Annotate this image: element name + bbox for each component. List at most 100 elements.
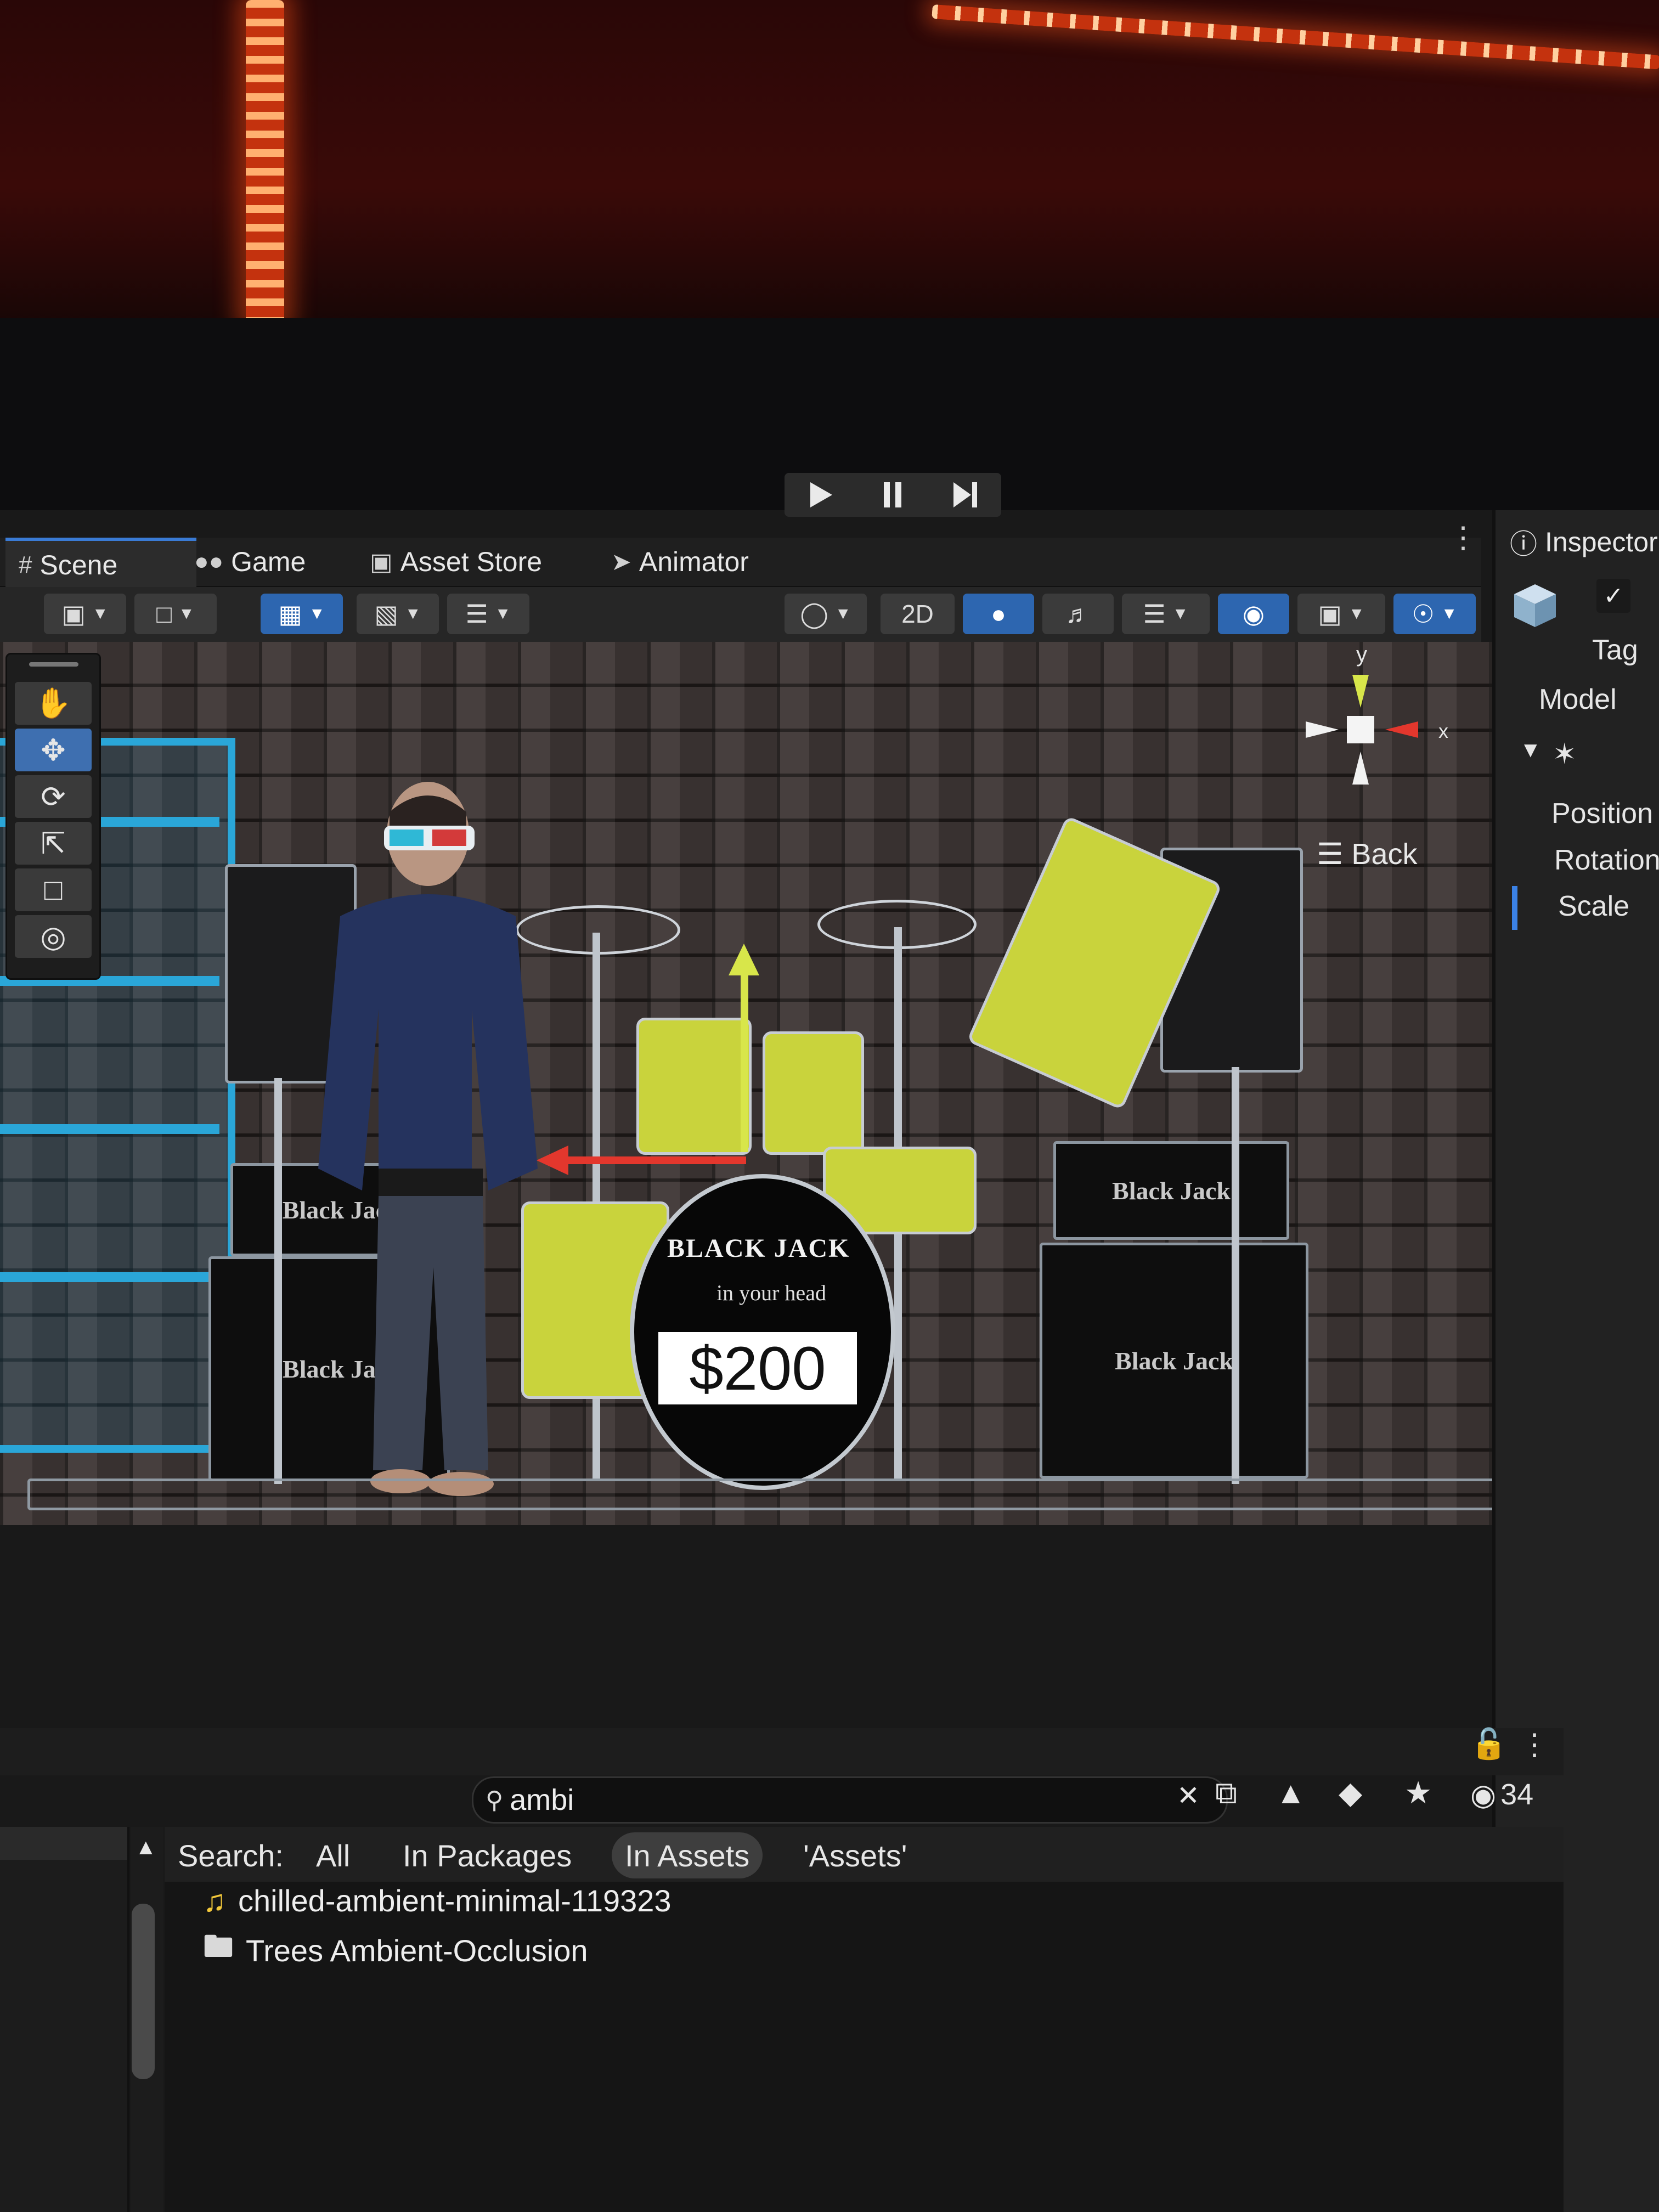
- audio-mute-icon: ♬: [1065, 600, 1091, 628]
- transform-tools-palette: ✋ ✥ ⟳ ⇱ □ ◎: [5, 653, 101, 980]
- filter-by-type-icon[interactable]: ▲: [1276, 1775, 1306, 1810]
- pivot-icon: ▣: [61, 600, 86, 628]
- search-by-type-icon[interactable]: ⧉: [1215, 1775, 1237, 1812]
- hidden-packages-toggle[interactable]: ◉ 34: [1470, 1778, 1533, 1812]
- palette-handle[interactable]: [29, 662, 78, 667]
- price-tag[interactable]: $200: [658, 1332, 857, 1404]
- list-item[interactable]: ♫ chilled-ambient-minimal-119323: [203, 1883, 672, 1918]
- scope-in-assets[interactable]: In Assets: [612, 1832, 763, 1878]
- project-menu-kebab-icon[interactable]: ⋮: [1520, 1727, 1549, 1762]
- chevron-down-icon: ▼: [1348, 605, 1365, 623]
- foldout-arrow-icon[interactable]: ▼: [1520, 738, 1542, 763]
- stage-floor[interactable]: [27, 1479, 1503, 1510]
- list-item-label: Trees Ambient-Occlusion: [246, 1933, 588, 1968]
- tab-scene[interactable]: # Scene: [5, 538, 196, 589]
- chevron-down-icon: ▼: [1441, 605, 1458, 623]
- grid-snapping-toggle[interactable]: ▦ ▼: [261, 594, 343, 634]
- tom-right[interactable]: [763, 1031, 864, 1155]
- active-checkbox[interactable]: ✓: [1596, 579, 1630, 613]
- search-scope-label: Search:: [178, 1838, 284, 1873]
- scope-in-packages[interactable]: In Packages: [390, 1832, 585, 1878]
- clear-search-icon[interactable]: ✕: [1177, 1780, 1200, 1812]
- animator-icon: ➤: [611, 548, 631, 575]
- audio-clip-icon: ♫: [203, 1883, 226, 1918]
- chevron-down-icon: ▼: [834, 605, 851, 623]
- play-icon: [810, 482, 832, 507]
- scroll-thumb[interactable]: [132, 1904, 155, 2079]
- pivot-dropdown[interactable]: ▣ ▼: [44, 594, 126, 634]
- scale-label[interactable]: Scale: [1558, 890, 1629, 923]
- amp-cabinet-right[interactable]: Black Jack: [1040, 1243, 1308, 1479]
- scope-assets-folder[interactable]: 'Assets': [790, 1832, 920, 1878]
- move-gizmo-x-axis[interactable]: [565, 1156, 746, 1164]
- view-orientation-label[interactable]: ☰ Back: [1317, 837, 1417, 871]
- lock-icon[interactable]: 🔓: [1470, 1727, 1507, 1762]
- step-icon: [953, 482, 978, 507]
- gizmos-dropdown[interactable]: ☉ ▼: [1393, 594, 1476, 634]
- lighting-toggle[interactable]: ●: [963, 594, 1034, 634]
- rotate-icon: ⟳: [41, 780, 66, 814]
- tab-game[interactable]: ●● Game: [181, 538, 319, 586]
- move-gizmo-x-arrowhead[interactable]: [537, 1146, 568, 1175]
- scale-tool-button[interactable]: ⇱: [15, 822, 92, 865]
- move-gizmo-y-axis[interactable]: [741, 955, 748, 1152]
- list-item-label: chilled-ambient-minimal-119323: [238, 1883, 672, 1918]
- scope-all[interactable]: All: [303, 1832, 363, 1878]
- ruler-dropdown[interactable]: ☰ ▼: [447, 594, 529, 634]
- gizmo-y-label: y: [1356, 642, 1367, 667]
- scroll-up-arrow-icon[interactable]: ▲: [135, 1835, 157, 1860]
- play-button[interactable]: [791, 476, 851, 514]
- rotation-label[interactable]: Rotation: [1554, 844, 1659, 877]
- rotate-tool-button[interactable]: ⟳: [15, 775, 92, 818]
- 2d-toggle[interactable]: 2D: [881, 594, 955, 634]
- audio-toggle[interactable]: ♬: [1042, 594, 1114, 634]
- shaded-sphere-icon: ◯: [800, 600, 828, 628]
- project-search-field[interactable]: ⚲ ambi: [472, 1776, 1228, 1824]
- rect-tool-button[interactable]: □: [15, 868, 92, 911]
- layers-icon: ☰: [1143, 600, 1166, 628]
- amp-head-right[interactable]: Black Jack: [1053, 1141, 1289, 1240]
- tab-asset-store-label: Asset Store: [400, 546, 543, 577]
- transform-tool-button[interactable]: ◎: [15, 915, 92, 958]
- eye-slash-icon: ◉: [1470, 1779, 1497, 1812]
- gameobject-cube-icon[interactable]: [1509, 579, 1561, 631]
- inspector-tab[interactable]: ⓘ Inspector: [1510, 522, 1658, 562]
- person-character[interactable]: [307, 774, 549, 1503]
- effects-dropdown[interactable]: ☰ ▼: [1122, 594, 1210, 634]
- step-button[interactable]: [935, 476, 995, 514]
- list-item[interactable]: 🖿 Trees Ambient-Occlusion: [203, 1925, 588, 1977]
- chevron-down-icon: ▼: [308, 605, 325, 623]
- transform-icon: ◎: [40, 920, 66, 953]
- kick-drum-subtitle: in your head: [716, 1280, 826, 1305]
- global-dropdown[interactable]: □ ▼: [134, 594, 217, 634]
- lightbulb-icon: ●: [991, 600, 1006, 628]
- chevron-down-icon: ▼: [92, 605, 109, 623]
- pause-icon: [884, 482, 902, 507]
- position-label[interactable]: Position: [1551, 797, 1653, 830]
- tab-asset-store[interactable]: ▣ Asset Store: [357, 538, 555, 586]
- gizmo-globe-icon: ☉: [1412, 600, 1435, 628]
- move-tool-button[interactable]: ✥: [15, 729, 92, 771]
- scene-visibility-toggle[interactable]: ◉: [1218, 594, 1289, 634]
- draw-mode-dropdown[interactable]: ◯ ▼: [785, 594, 867, 634]
- pause-button[interactable]: [862, 476, 923, 514]
- scene-toolbar: ▣ ▼ □ ▼ ▦ ▼ ▧ ▼ ☰ ▼ ◯ ▼ 2D ● ♬ ☰ ▼ ◉ ▣ ▼ ☉ ▼: [0, 587, 1481, 642]
- filter-by-label-icon[interactable]: ◆: [1339, 1775, 1362, 1811]
- amp-head-right-label: Black Jack: [1112, 1176, 1231, 1205]
- tab-animator[interactable]: ➤ Animator: [598, 538, 762, 586]
- orientation-gizmo[interactable]: y x: [1295, 642, 1459, 812]
- scene-menu-kebab-icon[interactable]: ⋮: [1448, 520, 1478, 555]
- chevron-down-icon: ▼: [494, 605, 511, 623]
- kick-drum-brand: BLACK JACK: [667, 1234, 850, 1263]
- model-label: Model: [1539, 684, 1617, 715]
- increment-snap-dropdown[interactable]: ▧ ▼: [357, 594, 439, 634]
- view-tool-button[interactable]: ✋: [15, 682, 92, 725]
- favorites-star-icon[interactable]: ★: [1404, 1775, 1432, 1811]
- cube-local-icon: □: [156, 600, 172, 628]
- tom-left[interactable]: [636, 1018, 752, 1155]
- move-gizmo-y-arrowhead[interactable]: [729, 944, 759, 975]
- move-arrows-icon: ✥: [41, 733, 66, 767]
- project-folders-pane[interactable]: [0, 1827, 129, 2212]
- selection-indicator: [1512, 886, 1517, 930]
- camera-dropdown[interactable]: ▣ ▼: [1297, 594, 1385, 634]
